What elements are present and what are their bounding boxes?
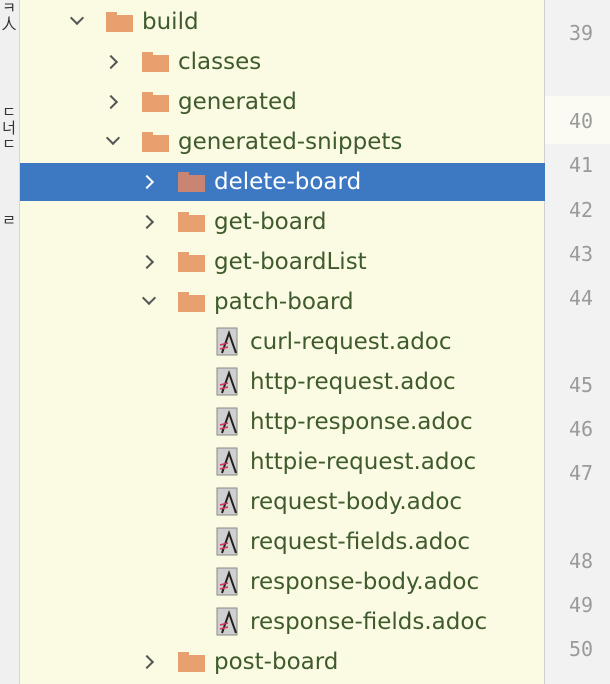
asciidoc-file-icon [216,527,238,556]
line-number: 41 [569,153,594,177]
side-strip-label-b[interactable]: ㄷ너ㄷ [1,104,17,152]
tree-row-label: get-boardList [214,249,367,275]
tree-row-generated[interactable]: generated [20,83,545,121]
line-number: 40 [569,109,594,133]
chevron-right-icon[interactable] [103,54,119,70]
side-strip-label-a[interactable]: ㅋ人 [1,0,17,32]
tree-row-label: post-board [214,649,339,675]
tree-row-httpie-request[interactable]: httpie-request.adoc [20,443,545,481]
folder-icon [106,12,133,32]
tree-row-label: httpie-request.adoc [250,449,477,475]
tree-row-label: http-request.adoc [250,369,456,395]
folder-icon [178,172,205,192]
tree-row-build[interactable]: build [20,3,545,41]
line-number: 39 [569,21,594,45]
tree-row-label: request-fields.adoc [250,529,471,555]
tree-row-label: patch-board [214,289,354,315]
folder-icon [178,252,205,272]
line-number: 45 [569,373,594,397]
asciidoc-file-icon [216,607,238,636]
ide-window: ㅋ人 ㄷ너ㄷ ㄹ build classes generated generat… [0,0,610,684]
asciidoc-file-icon [216,447,238,476]
tree-row-request-body[interactable]: request-body.adoc [20,483,545,521]
editor-gutter: 39 40 41 42 43 44 45 46 47 48 49 50 [545,0,610,684]
folder-icon [178,212,205,232]
tree-row-http-response[interactable]: http-response.adoc [20,403,545,441]
tree-row-label: get-board [214,209,327,235]
tree-row-request-fields[interactable]: request-fields.adoc [20,523,545,561]
tree-row-label: delete-board [214,169,362,195]
project-tree: build classes generated generated-snippe… [20,0,545,684]
chevron-down-icon[interactable] [105,130,121,146]
asciidoc-file-icon [216,367,238,396]
tree-row-label: request-body.adoc [250,489,463,515]
tree-row-label: response-body.adoc [250,569,480,595]
tree-row-response-body[interactable]: response-body.adoc [20,563,545,601]
tree-row-response-fields[interactable]: response-fields.adoc [20,603,545,641]
line-number: 46 [569,417,594,441]
tree-row-label: build [142,9,199,35]
tree-row-generated-snippets[interactable]: generated-snippets [20,123,545,161]
tree-row-label: response-fields.adoc [250,609,488,635]
tree-row-delete-board[interactable]: delete-board [20,163,545,201]
tree-row-curl-request[interactable]: curl-request.adoc [20,323,545,361]
chevron-down-icon[interactable] [141,290,157,306]
chevron-right-icon[interactable] [139,174,155,190]
side-strip-label-c[interactable]: ㄹ [1,212,17,228]
line-number: 49 [569,593,594,617]
chevron-right-icon[interactable] [139,214,155,230]
tree-row-get-boardlist[interactable]: get-boardList [20,243,545,281]
tree-row-label: generated-snippets [178,129,403,155]
asciidoc-file-icon [216,407,238,436]
tree-row-label: classes [178,49,262,75]
tree-row-label: curl-request.adoc [250,329,452,355]
line-number: 42 [569,198,594,222]
asciidoc-file-icon [216,327,238,356]
chevron-right-icon[interactable] [139,654,155,670]
asciidoc-file-icon [216,567,238,596]
tree-row-label: http-response.adoc [250,409,473,435]
line-number: 43 [569,242,594,266]
tree-row-get-board[interactable]: get-board [20,203,545,241]
tree-row-classes[interactable]: classes [20,43,545,81]
chevron-right-icon[interactable] [103,94,119,110]
line-number: 44 [569,286,594,310]
folder-icon [142,132,169,152]
chevron-down-icon[interactable] [69,10,85,26]
folder-icon [142,52,169,72]
chevron-right-icon[interactable] [139,254,155,270]
tree-row-http-request[interactable]: http-request.adoc [20,363,545,401]
folder-icon [178,292,205,312]
folder-icon [142,92,169,112]
line-number: 48 [569,549,594,573]
tree-row-post-board[interactable]: post-board [20,643,545,681]
tree-row-patch-board[interactable]: patch-board [20,283,545,321]
line-number: 50 [569,637,594,661]
folder-icon [178,652,205,672]
asciidoc-file-icon [216,487,238,516]
line-number: 47 [569,461,594,485]
side-tool-strip: ㅋ人 ㄷ너ㄷ ㄹ [0,0,20,684]
tree-row-label: generated [178,89,297,115]
